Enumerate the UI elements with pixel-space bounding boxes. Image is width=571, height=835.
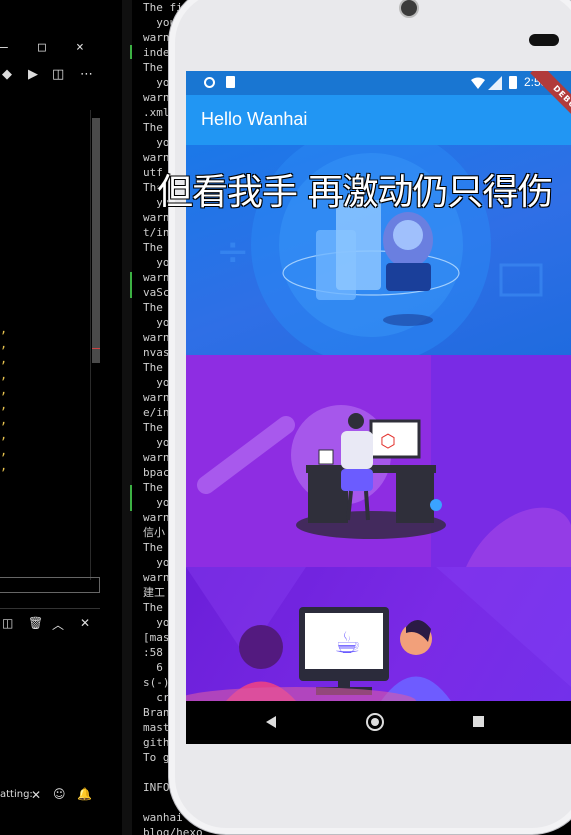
git-icon[interactable]: ◆: [2, 67, 12, 82]
scroll-marker: [92, 348, 100, 349]
recents-icon[interactable]: [473, 716, 484, 727]
close-panel-icon[interactable]: ✕: [80, 616, 90, 630]
divider: [0, 608, 100, 609]
more-icon[interactable]: ⋯: [80, 67, 93, 82]
code-comma: ,: [0, 322, 8, 336]
ide-panel: – □ × ◆ ▶ ◫ ⋯ ,,,,,,,,,, ◫ 🗑 ︿ ✕ atting:…: [0, 0, 132, 835]
camera-icon: [399, 0, 419, 18]
ide-statusbar: atting: ✕ ☺ 🔔: [0, 786, 130, 804]
split-terminal-icon[interactable]: ◫: [2, 616, 13, 630]
terminal-input-box[interactable]: [0, 577, 100, 593]
formatting-label: atting:: [0, 789, 33, 800]
bell-icon[interactable]: 🔔: [77, 787, 92, 801]
signal-icon: [488, 76, 502, 90]
lyric-overlay: 但看我手 再激动仍只得伤: [157, 172, 553, 213]
battery-icon: [509, 76, 517, 89]
svg-text:⬡: ⬡: [380, 431, 396, 452]
minimize-button[interactable]: –: [0, 40, 8, 55]
wifi-icon: [471, 77, 485, 89]
maximize-button[interactable]: □: [38, 40, 46, 55]
home-icon[interactable]: [366, 713, 384, 731]
android-navbar: [186, 701, 571, 744]
code-comma: ,: [0, 352, 8, 367]
panel-toolbar: ◫ 🗑 ︿ ✕: [0, 614, 100, 634]
android-statusbar: 2:53: [186, 71, 571, 95]
editor-scrollbar[interactable]: [92, 118, 100, 363]
speaker-grille: [529, 34, 559, 46]
code-comma: ,: [0, 367, 8, 382]
close-icon[interactable]: ✕: [31, 788, 41, 802]
smiley-icon[interactable]: ☺: [53, 787, 66, 801]
app-bar: Hello Wanhai: [186, 95, 571, 145]
code-commas: ,,,,,,,,,,: [0, 322, 7, 474]
terminal-line: blog/hexo: [143, 826, 203, 835]
svg-text:÷: ÷: [216, 229, 250, 275]
code-comma: ,: [0, 398, 8, 413]
back-icon[interactable]: [266, 716, 276, 728]
chevron-up-icon[interactable]: ︿: [52, 616, 64, 633]
code-comma: ,: [0, 382, 8, 397]
code-comma: ,: [0, 413, 8, 428]
sd-card-icon: [226, 76, 235, 88]
code-comma: ,: [0, 443, 8, 458]
run-icon[interactable]: ▶: [28, 67, 38, 82]
laravel-banner-image[interactable]: ⬡: [186, 355, 571, 567]
app-title: Hello Wanhai: [201, 109, 308, 129]
trash-icon[interactable]: 🗑: [28, 616, 43, 630]
java-banner-image[interactable]: ☕: [186, 567, 571, 701]
ide-minimap-edge: [122, 0, 132, 835]
code-comma: ,: [0, 458, 8, 473]
code-comma: ,: [0, 337, 8, 352]
notification-icon: [204, 77, 215, 88]
close-window-button[interactable]: ×: [76, 40, 84, 55]
split-icon[interactable]: ◫: [52, 67, 64, 82]
svg-text:☕: ☕: [334, 626, 361, 661]
code-comma: ,: [0, 428, 8, 443]
